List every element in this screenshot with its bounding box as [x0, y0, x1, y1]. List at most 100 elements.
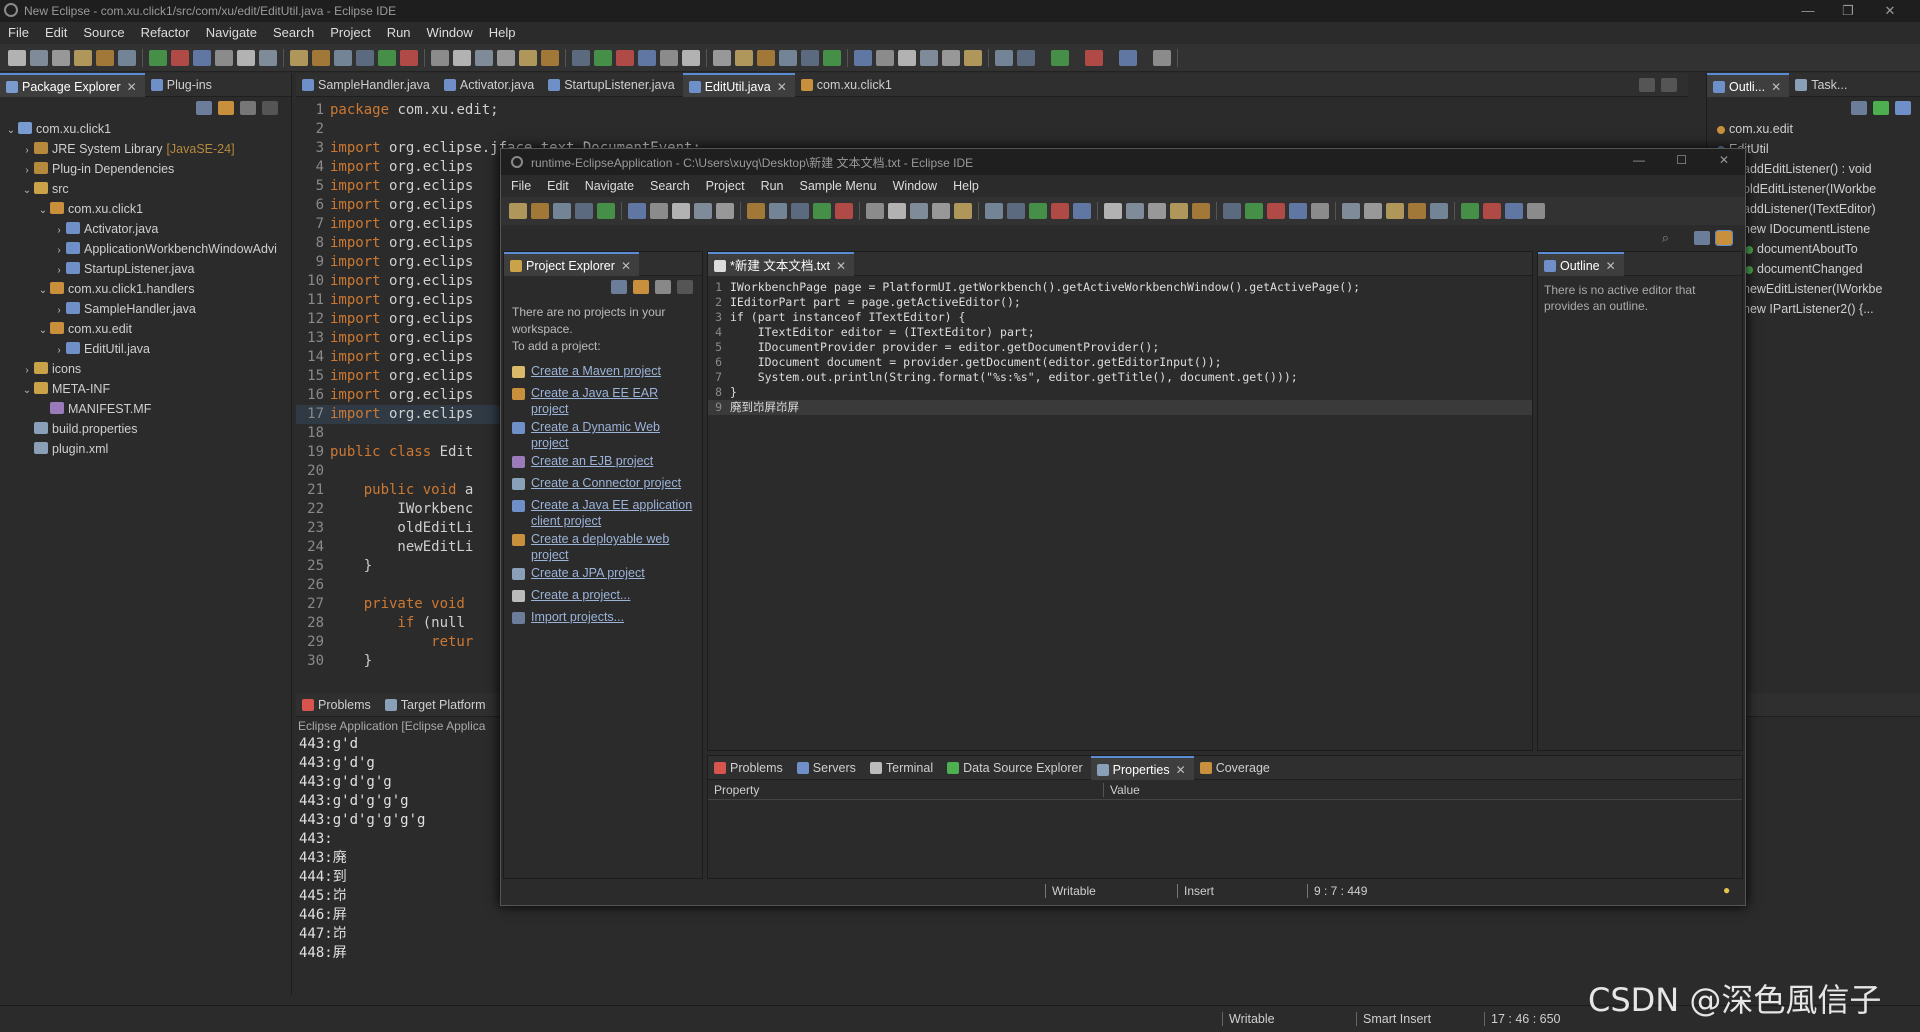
toolbar-button-icon[interactable]: [1527, 203, 1545, 219]
hide-fields-icon[interactable]: [1873, 101, 1889, 115]
toolbar-button-icon[interactable]: [356, 49, 374, 66]
menu-run[interactable]: Run: [379, 22, 419, 44]
menu-help[interactable]: Help: [481, 22, 524, 44]
runtime-menu-file[interactable]: File: [503, 175, 539, 197]
view-menu-icon[interactable]: [677, 280, 693, 294]
outline-item[interactable]: com.xu.edit: [1717, 119, 1920, 139]
link-text[interactable]: Create a deployable web project: [531, 531, 694, 563]
expand-arrow-icon[interactable]: ›: [52, 241, 66, 261]
toolbar-button-icon[interactable]: [1007, 203, 1025, 219]
link-text[interactable]: Create a JPA project: [531, 565, 645, 581]
toolbar-button-icon[interactable]: [1148, 203, 1166, 219]
tree-item[interactable]: build.properties: [4, 419, 291, 439]
menu-source[interactable]: Source: [75, 22, 132, 44]
outline-item[interactable]: addEditListener() : void: [1717, 159, 1920, 179]
expand-arrow-icon[interactable]: ⌄: [36, 281, 50, 301]
runtime-menu-project[interactable]: Project: [698, 175, 753, 197]
toolbar-button-icon[interactable]: [1223, 203, 1241, 219]
view-menu-icon[interactable]: [262, 101, 278, 115]
tree-item[interactable]: › ApplicationWorkbenchWindowAdvi: [4, 239, 291, 259]
outline-item[interactable]: oldEditListener(IWorkbe: [1717, 179, 1920, 199]
close-icon[interactable]: ✕: [1176, 763, 1186, 777]
toolbar-button-icon[interactable]: [1408, 203, 1426, 219]
toolbar-button-icon[interactable]: [942, 49, 960, 66]
toolbar-button-icon[interactable]: [1051, 203, 1069, 219]
toolbar-button-icon[interactable]: [509, 203, 527, 219]
sort-icon[interactable]: [1851, 101, 1867, 115]
tab-task[interactable]: Task...: [1789, 73, 1855, 97]
toolbar-button-icon[interactable]: [716, 203, 734, 219]
toolbar-button-icon[interactable]: [1104, 203, 1122, 219]
toolbar-button-icon[interactable]: [888, 203, 906, 219]
toolbar-button-icon[interactable]: [149, 49, 167, 66]
expand-arrow-icon[interactable]: ⌄: [4, 121, 18, 141]
toolbar-button-icon[interactable]: [171, 49, 189, 66]
maximize-icon[interactable]: ☐: [1676, 153, 1687, 167]
tab-terminal[interactable]: Terminal: [864, 756, 941, 780]
toolbar-button-icon[interactable]: [1085, 49, 1103, 66]
menu-navigate[interactable]: Navigate: [198, 22, 265, 44]
toolbar-button-icon[interactable]: [616, 49, 634, 66]
create-project-link[interactable]: Create a JPA project: [512, 565, 694, 585]
tree-item[interactable]: › icons: [4, 359, 291, 379]
link-text[interactable]: Create a Java EE application client proj…: [531, 497, 694, 529]
tab-package-explorer[interactable]: Package Explorer ✕: [0, 72, 145, 97]
toolbar-button-icon[interactable]: [52, 49, 70, 66]
tree-item[interactable]: › Activator.java: [4, 219, 291, 239]
outline-item[interactable]: new IPartListener2() {...: [1717, 299, 1920, 319]
toolbar-button-icon[interactable]: [823, 49, 841, 66]
link-text[interactable]: Create a project...: [531, 587, 630, 603]
toolbar-button-icon[interactable]: [898, 49, 916, 66]
toolbar-button-icon[interactable]: [1461, 203, 1479, 219]
create-project-link[interactable]: Create a Connector project: [512, 475, 694, 495]
toolbar-button-icon[interactable]: [910, 203, 928, 219]
toolbar-button-icon[interactable]: [791, 203, 809, 219]
tree-item[interactable]: ⌄ com.xu.click1: [4, 199, 291, 219]
toolbar-button-icon[interactable]: [8, 49, 26, 66]
toolbar-button-icon[interactable]: [650, 203, 668, 219]
toolbar-button-icon[interactable]: [453, 49, 471, 66]
toolbar-button-icon[interactable]: [290, 49, 308, 66]
outline-item[interactable]: documentAboutTo: [1717, 239, 1920, 259]
tree-item[interactable]: ⌄ com.xu.click1.handlers: [4, 279, 291, 299]
toolbar-button-icon[interactable]: [866, 203, 884, 219]
open-perspective-icon[interactable]: [1694, 231, 1710, 245]
toolbar-button-icon[interactable]: [193, 49, 211, 66]
create-project-link[interactable]: Create a Java EE application client proj…: [512, 497, 694, 529]
toolbar-button-icon[interactable]: [475, 49, 493, 66]
toolbar-button-icon[interactable]: [74, 49, 92, 66]
collapse-all-icon[interactable]: [196, 101, 212, 115]
toolbar-button-icon[interactable]: [694, 203, 712, 219]
runtime-menu-navigate[interactable]: Navigate: [577, 175, 642, 197]
link-text[interactable]: Import projects...: [531, 609, 624, 625]
toolbar-button-icon[interactable]: [572, 49, 590, 66]
link-with-editor-icon[interactable]: [633, 280, 649, 294]
tree-item[interactable]: › Plug-in Dependencies: [4, 159, 291, 179]
runtime-menu-window[interactable]: Window: [885, 175, 945, 197]
toolbar-button-icon[interactable]: [876, 49, 894, 66]
runtime-menu-search[interactable]: Search: [642, 175, 698, 197]
toolbar-button-icon[interactable]: [594, 49, 612, 66]
menu-refactor[interactable]: Refactor: [133, 22, 198, 44]
tree-item[interactable]: › JRE System Library [JavaSE-24]: [4, 139, 291, 159]
tree-item[interactable]: › StartupListener.java: [4, 259, 291, 279]
expand-arrow-icon[interactable]: ›: [20, 141, 34, 161]
menu-window[interactable]: Window: [419, 22, 481, 44]
filter-icon[interactable]: [240, 101, 256, 115]
toolbar-button-icon[interactable]: [932, 203, 950, 219]
tree-item[interactable]: MANIFEST.MF: [4, 399, 291, 419]
toolbar-button-icon[interactable]: [769, 203, 787, 219]
tab-editor-samplehandler-java[interactable]: SampleHandler.java: [296, 73, 438, 97]
tab-properties[interactable]: Properties ✕: [1090, 755, 1194, 780]
tree-item[interactable]: › EditUtil.java: [4, 339, 291, 359]
outline-item[interactable]: addListener(ITextEditor): [1717, 199, 1920, 219]
expand-arrow-icon[interactable]: ⌄: [20, 381, 34, 401]
toolbar-button-icon[interactable]: [1029, 203, 1047, 219]
create-project-link[interactable]: Create a Maven project: [512, 363, 694, 383]
tab-problems[interactable]: Problems: [708, 756, 791, 780]
expand-arrow-icon[interactable]: ›: [20, 361, 34, 381]
toolbar-button-icon[interactable]: [1153, 49, 1171, 66]
tab-target-platform[interactable]: Target Platform: [379, 693, 494, 717]
create-project-link[interactable]: Create a Dynamic Web project: [512, 419, 694, 451]
maximize-icon[interactable]: [1661, 77, 1677, 92]
